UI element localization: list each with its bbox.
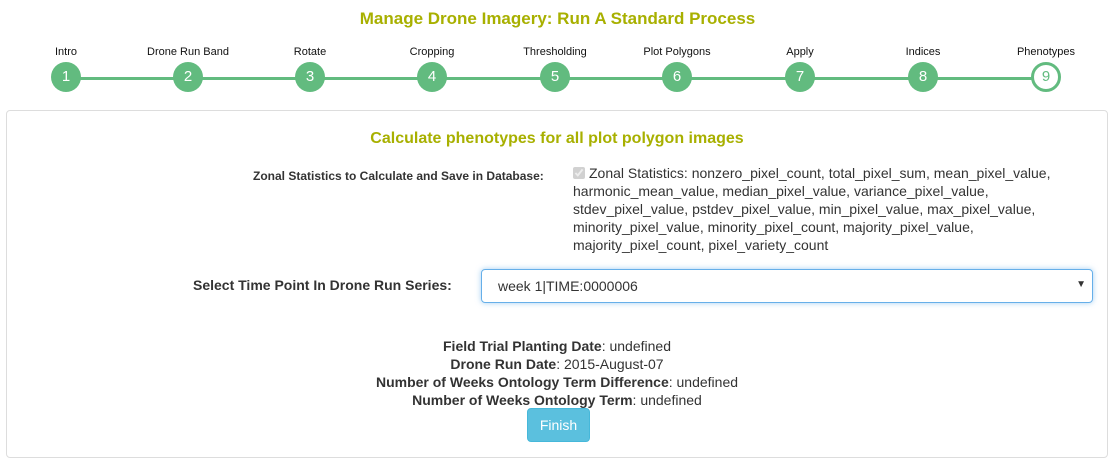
step-number: 5 [540,62,570,92]
info-value: : undefined [632,392,702,408]
wizard-step-5[interactable]: Thresholding 5 [495,46,615,92]
zonal-stats-option: Zonal Statistics: nonzero_pixel_count, t… [573,164,1073,254]
step-label: Drone Run Band [147,46,229,58]
wizard-step-9[interactable]: Phenotypes 9 [986,46,1106,92]
step-label: Indices [905,46,941,58]
info-row: Number of Weeks Ontology Term Difference… [7,373,1107,391]
time-point-label: Select Time Point In Drone Run Series: [193,277,452,293]
info-value: : undefined [601,338,671,354]
step-number: 9 [1031,62,1061,92]
chevron-down-icon: ▼ [1076,279,1086,290]
time-point-select[interactable]: week 1|TIME:0000006 ▼ [481,269,1093,303]
info-row: Field Trial Planting Date: undefined [7,337,1107,355]
zonal-stats-text: Zonal Statistics: nonzero_pixel_count, t… [573,165,1051,253]
info-value: : undefined [668,374,739,390]
wizard-step-4[interactable]: Cropping 4 [372,46,492,92]
phenotypes-panel: Calculate phenotypes for all plot polygo… [6,110,1108,458]
step-label: Thresholding [523,46,587,58]
step-label: Apply [786,46,814,58]
wizard-step-7[interactable]: Apply 7 [740,46,860,92]
page-title: Manage Drone Imagery: Run A Standard Pro… [359,9,756,28]
wizard-step-6[interactable]: Plot Polygons 6 [617,46,737,92]
step-number: 6 [662,62,692,92]
finish-button[interactable]: Finish [527,408,590,442]
step-label: Plot Polygons [643,46,711,58]
info-row: Drone Run Date: 2015-August-07 [7,355,1107,373]
time-point-value: week 1|TIME:0000006 [498,278,638,294]
step-label: Rotate [293,46,327,58]
info-key: Number of Weeks Ontology Term [412,392,633,408]
step-number: 1 [51,62,81,92]
info-key: Drone Run Date [450,356,557,372]
info-key: Field Trial Planting Date [443,338,602,354]
zonal-stats-checkbox[interactable] [573,167,585,179]
wizard-step-2[interactable]: Drone Run Band 2 [128,46,248,92]
step-number: 4 [417,62,447,92]
step-label: Phenotypes [1016,46,1076,58]
info-value: : 2015-August-07 [556,356,664,372]
step-number: 2 [173,62,203,92]
wizard-step-1[interactable]: Intro 1 [6,46,126,92]
step-number: 3 [295,62,325,92]
info-row: Number of Weeks Ontology Term: undefined [7,391,1107,409]
zonal-stats-label: Zonal Statistics to Calculate and Save i… [253,169,544,183]
step-number: 8 [908,62,938,92]
step-label: Cropping [409,46,455,58]
wizard-step-3[interactable]: Rotate 3 [250,46,370,92]
panel-subtitle: Calculate phenotypes for all plot polygo… [370,130,744,147]
wizard-step-8[interactable]: Indices 8 [863,46,983,92]
info-key: Number of Weeks Ontology Term Difference [375,374,669,390]
run-info: Field Trial Planting Date: undefined Dron… [7,337,1107,409]
step-label: Intro [54,46,77,58]
step-number: 7 [785,62,815,92]
